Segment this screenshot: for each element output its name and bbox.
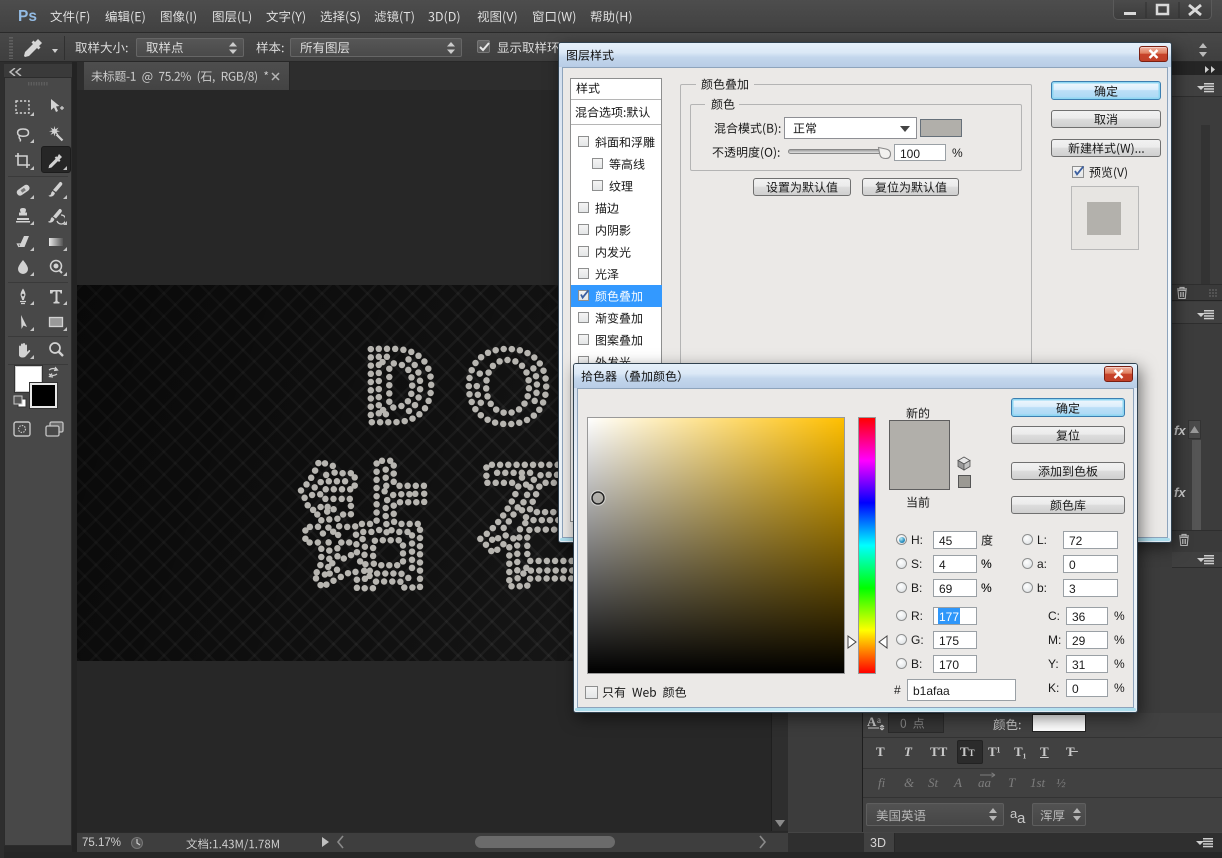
svg-text:A: A	[867, 715, 877, 729]
svg-text:a: a	[877, 715, 881, 725]
